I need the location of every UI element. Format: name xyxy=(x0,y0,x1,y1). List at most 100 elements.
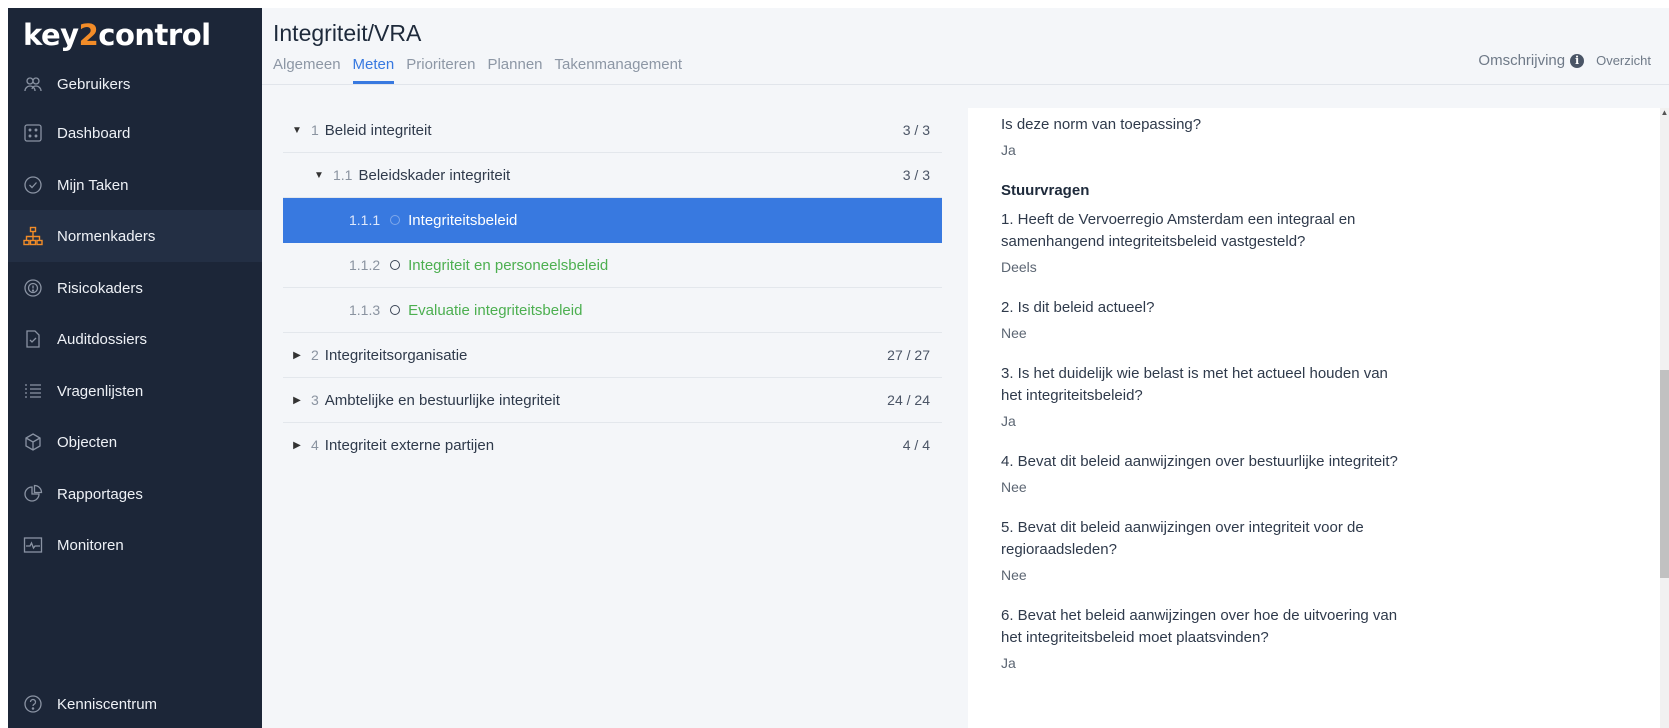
hierarchy-icon xyxy=(23,226,43,246)
tree-row[interactable]: ▼ 1.1 Beleidskader integriteit 3 / 3 xyxy=(283,153,942,198)
sidebar-item-label: Monitoren xyxy=(57,536,124,554)
tree-row[interactable]: ▶ 2 Integriteitsorganisatie 27 / 27 xyxy=(283,333,942,378)
tree-row-count: 3 / 3 xyxy=(902,122,930,138)
monitor-icon xyxy=(23,535,43,555)
tree-row-number: 1.1.1 xyxy=(349,212,381,228)
tab-plannen[interactable]: Plannen xyxy=(487,56,542,84)
tree-row-count: 24 / 24 xyxy=(887,392,930,408)
tab-prioriteren[interactable]: Prioriteren xyxy=(406,56,475,84)
tree-row-count: 3 / 3 xyxy=(902,167,930,183)
question-text: 1. Heeft de Vervoerregio Amsterdam een i… xyxy=(1001,211,1356,250)
panel-scrollbar[interactable]: ▲ xyxy=(1660,108,1669,728)
app-logo[interactable]: key2control xyxy=(23,18,211,52)
norm-detail-panel: Is deze norm van toepassing? Ja Stuurvra… xyxy=(968,108,1660,728)
sidebar-item-kenniscentrum[interactable]: Kenniscentrum xyxy=(8,683,262,725)
tree-row[interactable]: 1.1.2 Integriteit en personeelsbeleid xyxy=(283,243,942,288)
caret-down-icon[interactable]: ▼ xyxy=(289,125,305,136)
tree-row-number: 1.1 xyxy=(333,167,353,183)
page-title: Integriteit/VRA xyxy=(273,20,422,46)
norm-tree: ▼ 1 Beleid integriteit 3 / 3 ▼ 1.1 Belei… xyxy=(283,108,942,467)
header-actions: Omschrijving i Overzicht xyxy=(1478,52,1651,69)
norm-applicability-question: Is deze norm van toepassing? xyxy=(1001,116,1202,133)
panel-content: Is deze norm van toepassing? Ja Stuurvra… xyxy=(1001,114,1401,671)
tree-row-number: 4 xyxy=(311,437,319,453)
caret-right-icon[interactable]: ▶ xyxy=(289,440,305,451)
sidebar-item-rapportages[interactable]: Rapportages xyxy=(8,468,262,520)
tree-row-label: Integriteit externe partijen xyxy=(324,436,495,454)
sidebar-item-risicokaders[interactable]: Risicokaders xyxy=(8,262,262,314)
sidebar-item-gebruikers[interactable]: Gebruikers xyxy=(8,58,262,110)
question-item: 5. Bevat dit beleid aanwijzingen over in… xyxy=(1001,517,1401,583)
tree-row[interactable]: ▼ 1 Beleid integriteit 3 / 3 xyxy=(283,108,942,153)
question-text: 5. Bevat dit beleid aanwijzingen over in… xyxy=(1001,519,1364,558)
info-icon: i xyxy=(1570,53,1585,68)
sidebar-item-monitoren[interactable]: Monitoren xyxy=(8,519,262,571)
sidebar-item-label: Normenkaders xyxy=(57,227,156,245)
question-item: 6. Bevat het beleid aanwijzingen over ho… xyxy=(1001,605,1401,671)
tree-row-label: Integriteitsorganisatie xyxy=(324,346,468,364)
overzicht-link[interactable]: Overzicht xyxy=(1596,53,1651,68)
omschrijving-button[interactable]: Omschrijving i xyxy=(1478,52,1585,69)
sidebar-item-label: Dashboard xyxy=(57,124,131,142)
tab-bar: Algemeen Meten Prioriteren Plannen Taken… xyxy=(273,56,694,84)
pie-chart-icon xyxy=(23,484,43,504)
sidebar-item-dashboard[interactable]: Dashboard xyxy=(8,107,262,159)
scrollbar-thumb[interactable] xyxy=(1660,370,1669,578)
question-answer: Deels xyxy=(1001,259,1037,275)
audit-file-icon xyxy=(23,329,43,349)
tree-row-label: Beleidskader integriteit xyxy=(358,166,511,184)
omschrijving-label: Omschrijving xyxy=(1478,52,1566,69)
tree-row-number: 1.1.2 xyxy=(349,257,381,273)
norm-applicability-answer: Ja xyxy=(1001,142,1016,158)
status-circle-icon xyxy=(390,215,401,225)
tree-row[interactable]: ▶ 4 Integriteit externe partijen 4 / 4 xyxy=(283,423,942,467)
sidebar: key2control Gebruikers Dashboard Mijn Ta… xyxy=(8,8,262,728)
logo-text-key: key xyxy=(23,18,79,52)
tree-row-label: Integriteit en personeelsbeleid xyxy=(408,256,609,274)
status-circle-icon xyxy=(390,260,401,270)
status-circle-icon xyxy=(390,305,401,315)
tree-row[interactable]: 1.1.3 Evaluatie integriteitsbeleid xyxy=(283,288,942,333)
sidebar-item-auditdossiers[interactable]: Auditdossiers xyxy=(8,313,262,365)
cube-icon xyxy=(23,432,43,452)
tree-row-count: 4 / 4 xyxy=(902,437,930,453)
check-circle-icon xyxy=(23,175,43,195)
logo-text-2: 2 xyxy=(78,18,99,52)
sidebar-item-label: Objecten xyxy=(57,433,118,451)
sidebar-item-vragenlijsten[interactable]: Vragenlijsten xyxy=(8,365,262,417)
question-text: 2. Is dit beleid actueel? xyxy=(1001,299,1155,316)
tab-takenmanagement[interactable]: Takenmanagement xyxy=(555,56,683,84)
tree-row-selected[interactable]: 1.1.1 Integriteitsbeleid xyxy=(283,198,942,243)
users-icon xyxy=(23,74,43,94)
question-item: 1. Heeft de Vervoerregio Amsterdam een i… xyxy=(1001,209,1401,275)
sidebar-item-mijn-taken[interactable]: Mijn Taken xyxy=(8,159,262,211)
question-text: 4. Bevat dit beleid aanwijzingen over be… xyxy=(1001,453,1398,470)
scroll-up-arrow-icon[interactable]: ▲ xyxy=(1660,108,1669,118)
tree-row-number: 3 xyxy=(311,392,319,408)
tree-row-label: Evaluatie integriteitsbeleid xyxy=(408,301,583,319)
list-icon xyxy=(23,381,43,401)
sidebar-item-normenkaders[interactable]: Normenkaders xyxy=(8,210,262,262)
tree-row-number: 1.1.3 xyxy=(349,302,381,318)
tab-algemeen[interactable]: Algemeen xyxy=(273,56,341,84)
logo-text-control: control xyxy=(98,18,211,52)
tab-meten[interactable]: Meten xyxy=(352,56,395,84)
page-header: Integriteit/VRA Algemeen Meten Prioriter… xyxy=(262,8,1669,85)
sidebar-item-label: Risicokaders xyxy=(57,279,143,297)
question-answer: Nee xyxy=(1001,479,1027,495)
caret-right-icon[interactable]: ▶ xyxy=(289,350,305,361)
tree-row-label: Ambtelijke en bestuurlijke integriteit xyxy=(324,391,560,409)
sidebar-item-objecten[interactable]: Objecten xyxy=(8,416,262,468)
sidebar-item-label: Rapportages xyxy=(57,485,143,503)
question-text: 3. Is het duidelijk wie belast is met he… xyxy=(1001,365,1388,404)
question-answer: Ja xyxy=(1001,655,1016,671)
tree-row[interactable]: ▶ 3 Ambtelijke en bestuurlijke integrite… xyxy=(283,378,942,423)
sidebar-item-label: Auditdossiers xyxy=(57,330,148,348)
tree-row-label: Integriteitsbeleid xyxy=(408,211,518,229)
dashboard-icon xyxy=(23,123,43,143)
tree-row-number: 1 xyxy=(311,122,319,138)
caret-down-icon[interactable]: ▼ xyxy=(311,170,327,181)
tree-row-label: Beleid integriteit xyxy=(324,121,432,139)
question-answer: Ja xyxy=(1001,413,1016,429)
caret-right-icon[interactable]: ▶ xyxy=(289,395,305,406)
